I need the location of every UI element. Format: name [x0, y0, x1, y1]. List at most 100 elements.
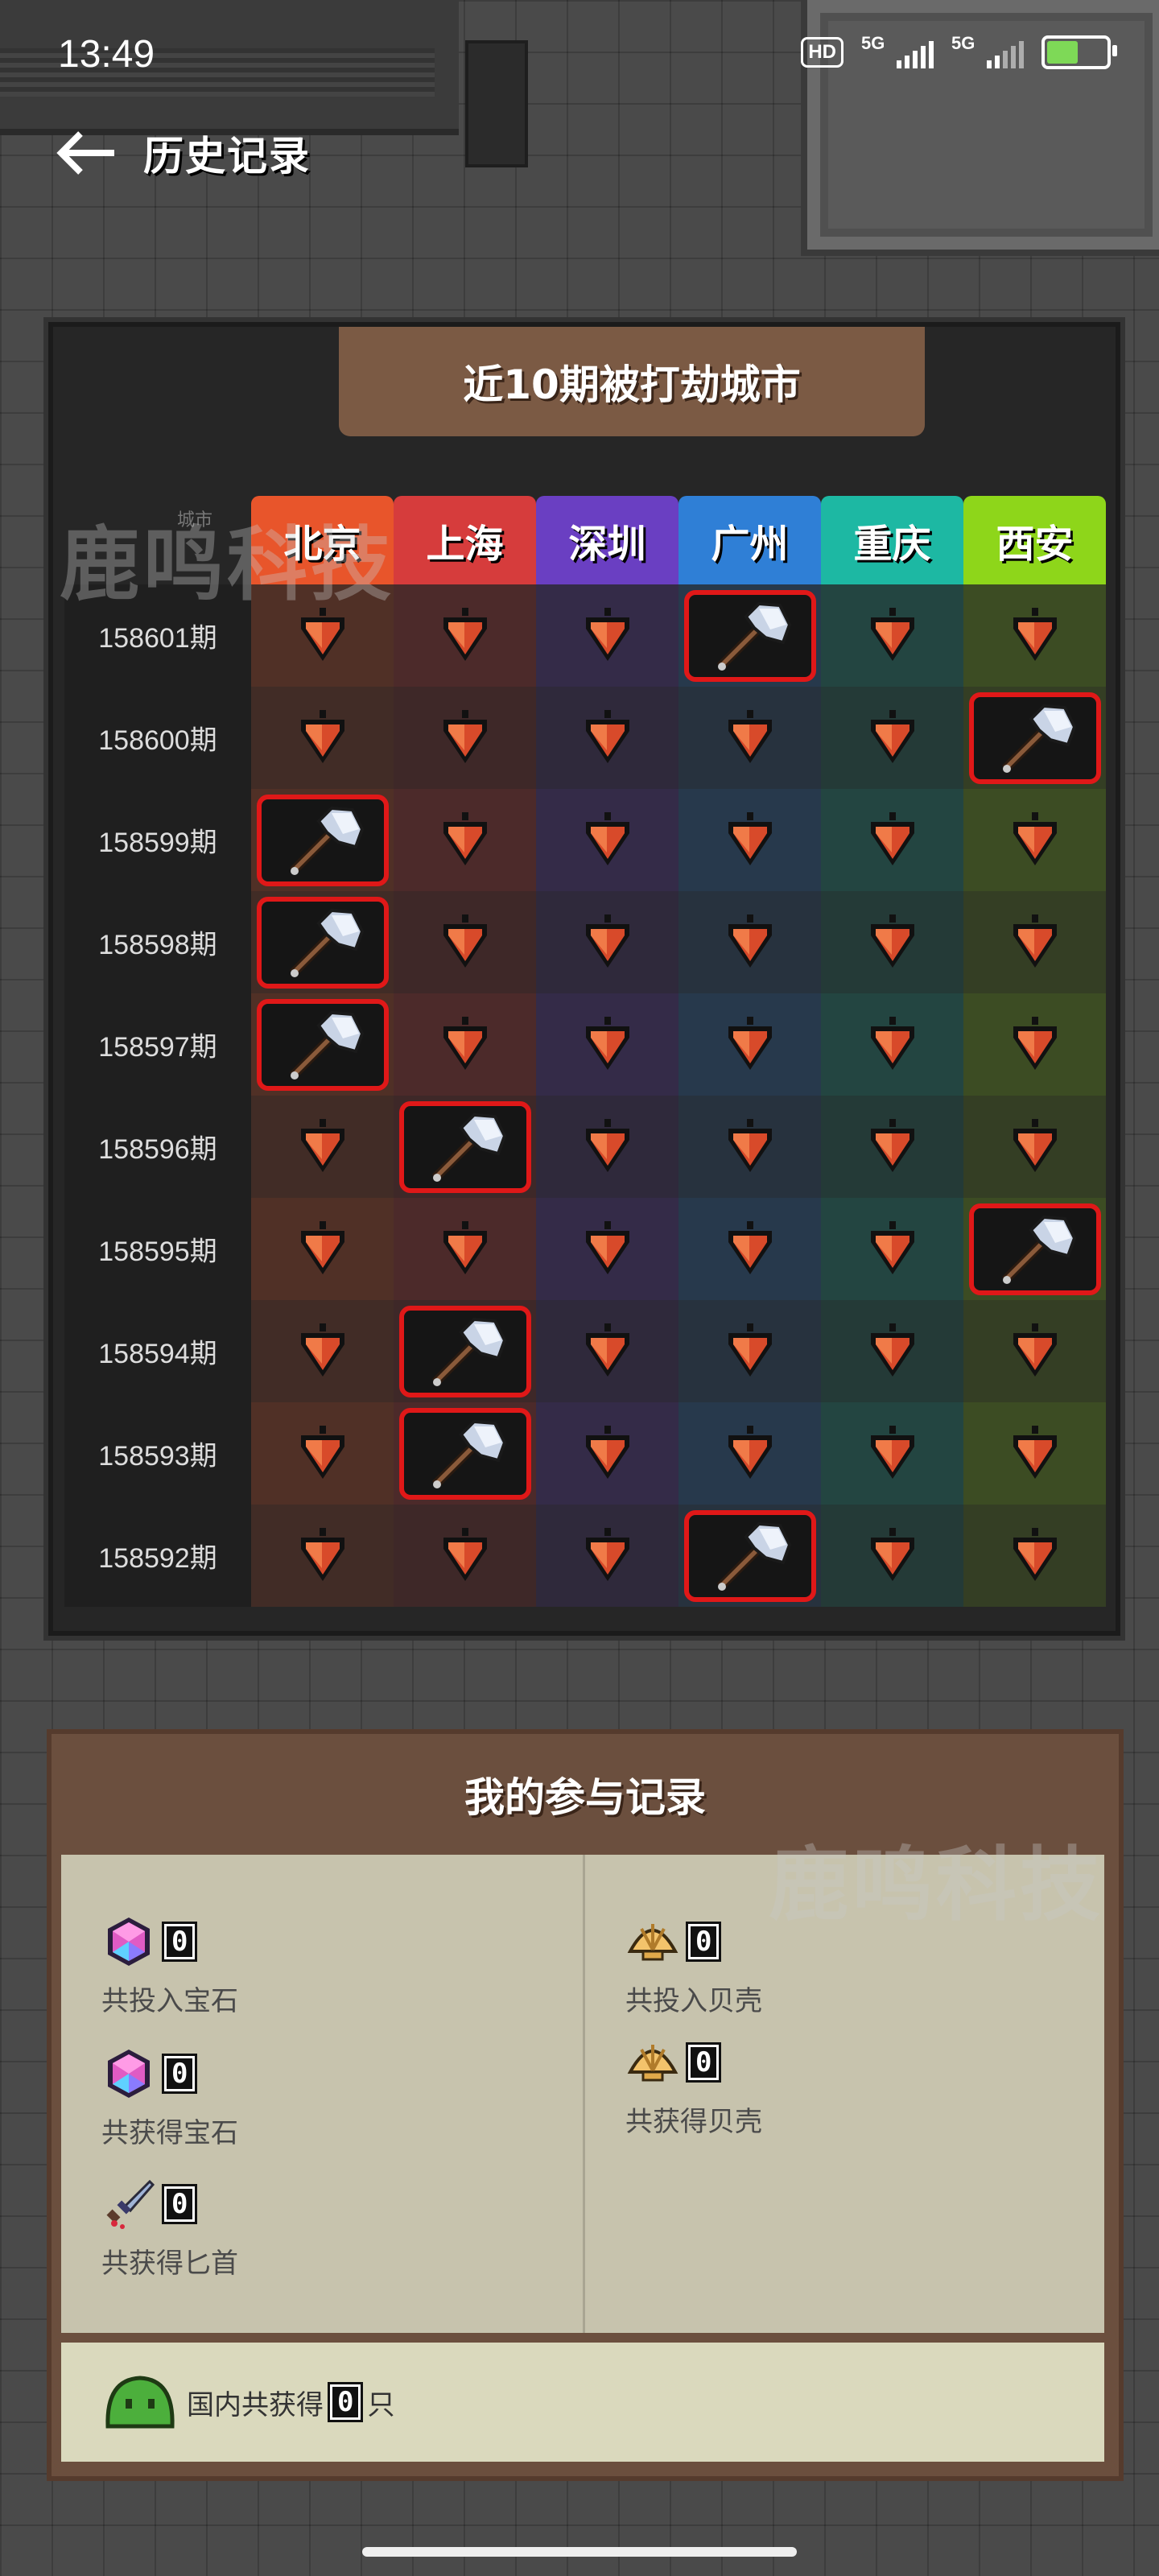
- city-header: 上海: [394, 496, 536, 584]
- safe-cell: [678, 687, 821, 789]
- slime-icon: [105, 2376, 175, 2429]
- shield-icon: [870, 1118, 914, 1172]
- robbed-cell: [394, 1096, 536, 1198]
- participation-left-column: 0 共投入宝石 0 共获得宝石 0 共获得匕首: [61, 1855, 585, 2333]
- back-button[interactable]: [56, 121, 121, 185]
- safe-cell: [678, 1096, 821, 1198]
- safe-cell: [821, 993, 963, 1096]
- shield-icon: [585, 1323, 629, 1377]
- shield-icon: [443, 1527, 487, 1581]
- safe-cell: [963, 584, 1106, 687]
- dagger-icon: [106, 2179, 155, 2229]
- history-row: 158601期: [64, 584, 1106, 687]
- safe-cell: [821, 584, 963, 687]
- hd-icon: HD: [801, 37, 843, 68]
- shield-icon: [443, 1220, 487, 1274]
- safe-cell: [394, 993, 536, 1096]
- gems-earned-stat: 0 共获得宝石: [101, 2046, 238, 2150]
- gems-invested-stat: 0 共投入宝石: [101, 1914, 238, 2018]
- shield-icon: [1013, 914, 1057, 968]
- robbed-highlight: [256, 794, 389, 886]
- city-header: 重庆: [821, 496, 963, 584]
- robbed-highlight: [256, 998, 389, 1091]
- shield-icon: [728, 709, 772, 763]
- shield-icon: [870, 811, 914, 865]
- robbed-cell: [394, 1300, 536, 1402]
- period-label: 158596期: [64, 1096, 251, 1198]
- history-panel: 近10期被打劫城市 城市 北京 上海 深圳 广州 重庆 西安 158601期 158600期…: [48, 322, 1120, 1636]
- status-icons: HD 5G 5G: [801, 33, 1117, 69]
- robbed-cell: [394, 1402, 536, 1505]
- history-row: 158594期: [64, 1300, 1106, 1402]
- shield-icon: [300, 709, 344, 763]
- period-label: 158593期: [64, 1402, 251, 1505]
- shells-invested-count: 0: [688, 1924, 720, 1959]
- shells-invested-label: 共投入贝壳: [625, 1985, 762, 2017]
- gem-icon: [108, 2050, 150, 2098]
- safe-cell: [963, 1402, 1106, 1505]
- safe-cell: [536, 687, 678, 789]
- shield-icon: [728, 1220, 772, 1274]
- safe-cell: [251, 1402, 394, 1505]
- safe-cell: [536, 891, 678, 993]
- shield-icon: [1013, 1118, 1057, 1172]
- shield-icon: [585, 1527, 629, 1581]
- shield-icon: [1013, 1425, 1057, 1479]
- shells-invested-stat: 0 共投入贝壳: [625, 1914, 762, 2018]
- shell-icon: [627, 1924, 678, 1961]
- safe-cell: [963, 891, 1106, 993]
- robbed-highlight: [256, 896, 389, 989]
- history-row: 158598期: [64, 891, 1106, 993]
- safe-cell: [394, 584, 536, 687]
- city-header: 深圳: [536, 496, 678, 584]
- safe-cell: [963, 1505, 1106, 1607]
- safe-cell: [821, 891, 963, 993]
- slime-count: 0: [330, 2384, 361, 2420]
- shield-icon: [870, 914, 914, 968]
- robbery-grid: 城市 北京 上海 深圳 广州 重庆 西安 158601期 158600期 158599期 158…: [64, 496, 1106, 1607]
- safe-cell: [251, 1505, 394, 1607]
- city-header: 北京: [251, 496, 394, 584]
- shield-icon: [1013, 1016, 1057, 1070]
- city-header: 广州: [678, 496, 821, 584]
- safe-cell: [678, 1402, 821, 1505]
- safe-cell: [678, 891, 821, 993]
- shield-icon: [870, 1220, 914, 1274]
- period-label: 158599期: [64, 789, 251, 891]
- shield-icon: [585, 914, 629, 968]
- slime-prefix: 国内共获得: [187, 2388, 324, 2421]
- safe-cell: [536, 584, 678, 687]
- slime-suffix: 只: [367, 2388, 395, 2421]
- history-row: 158599期: [64, 789, 1106, 891]
- home-indicator[interactable]: [362, 2547, 797, 2557]
- shield-icon: [1013, 1527, 1057, 1581]
- period-label: 158597期: [64, 993, 251, 1096]
- history-row: 158595期: [64, 1198, 1106, 1300]
- axe-icon: [431, 1113, 506, 1182]
- robbed-highlight: [683, 1509, 816, 1602]
- shield-icon: [300, 607, 344, 661]
- dagger-label: 共获得匕首: [101, 2248, 238, 2280]
- shield-icon: [300, 1220, 344, 1274]
- safe-cell: [821, 1300, 963, 1402]
- shield-icon: [443, 914, 487, 968]
- participation-right-column: 0 共投入贝壳 0 共获得贝壳: [585, 1855, 1104, 2333]
- shield-icon: [443, 607, 487, 661]
- shield-icon: [728, 811, 772, 865]
- axe-icon: [716, 1521, 791, 1591]
- shield-icon: [300, 1527, 344, 1581]
- robbed-highlight: [683, 589, 816, 682]
- safe-cell: [394, 891, 536, 993]
- safe-cell: [678, 1198, 821, 1300]
- shield-icon: [728, 1016, 772, 1070]
- period-label: 158598期: [64, 891, 251, 993]
- shield-icon: [585, 1425, 629, 1479]
- participation-title: 我的参与记录: [464, 1774, 706, 1821]
- axe-icon: [1001, 704, 1076, 773]
- robbed-cell: [963, 687, 1106, 789]
- history-row: 158597期: [64, 993, 1106, 1096]
- safe-cell: [251, 1300, 394, 1402]
- shield-icon: [870, 1016, 914, 1070]
- safe-cell: [536, 993, 678, 1096]
- safe-cell: [536, 1300, 678, 1402]
